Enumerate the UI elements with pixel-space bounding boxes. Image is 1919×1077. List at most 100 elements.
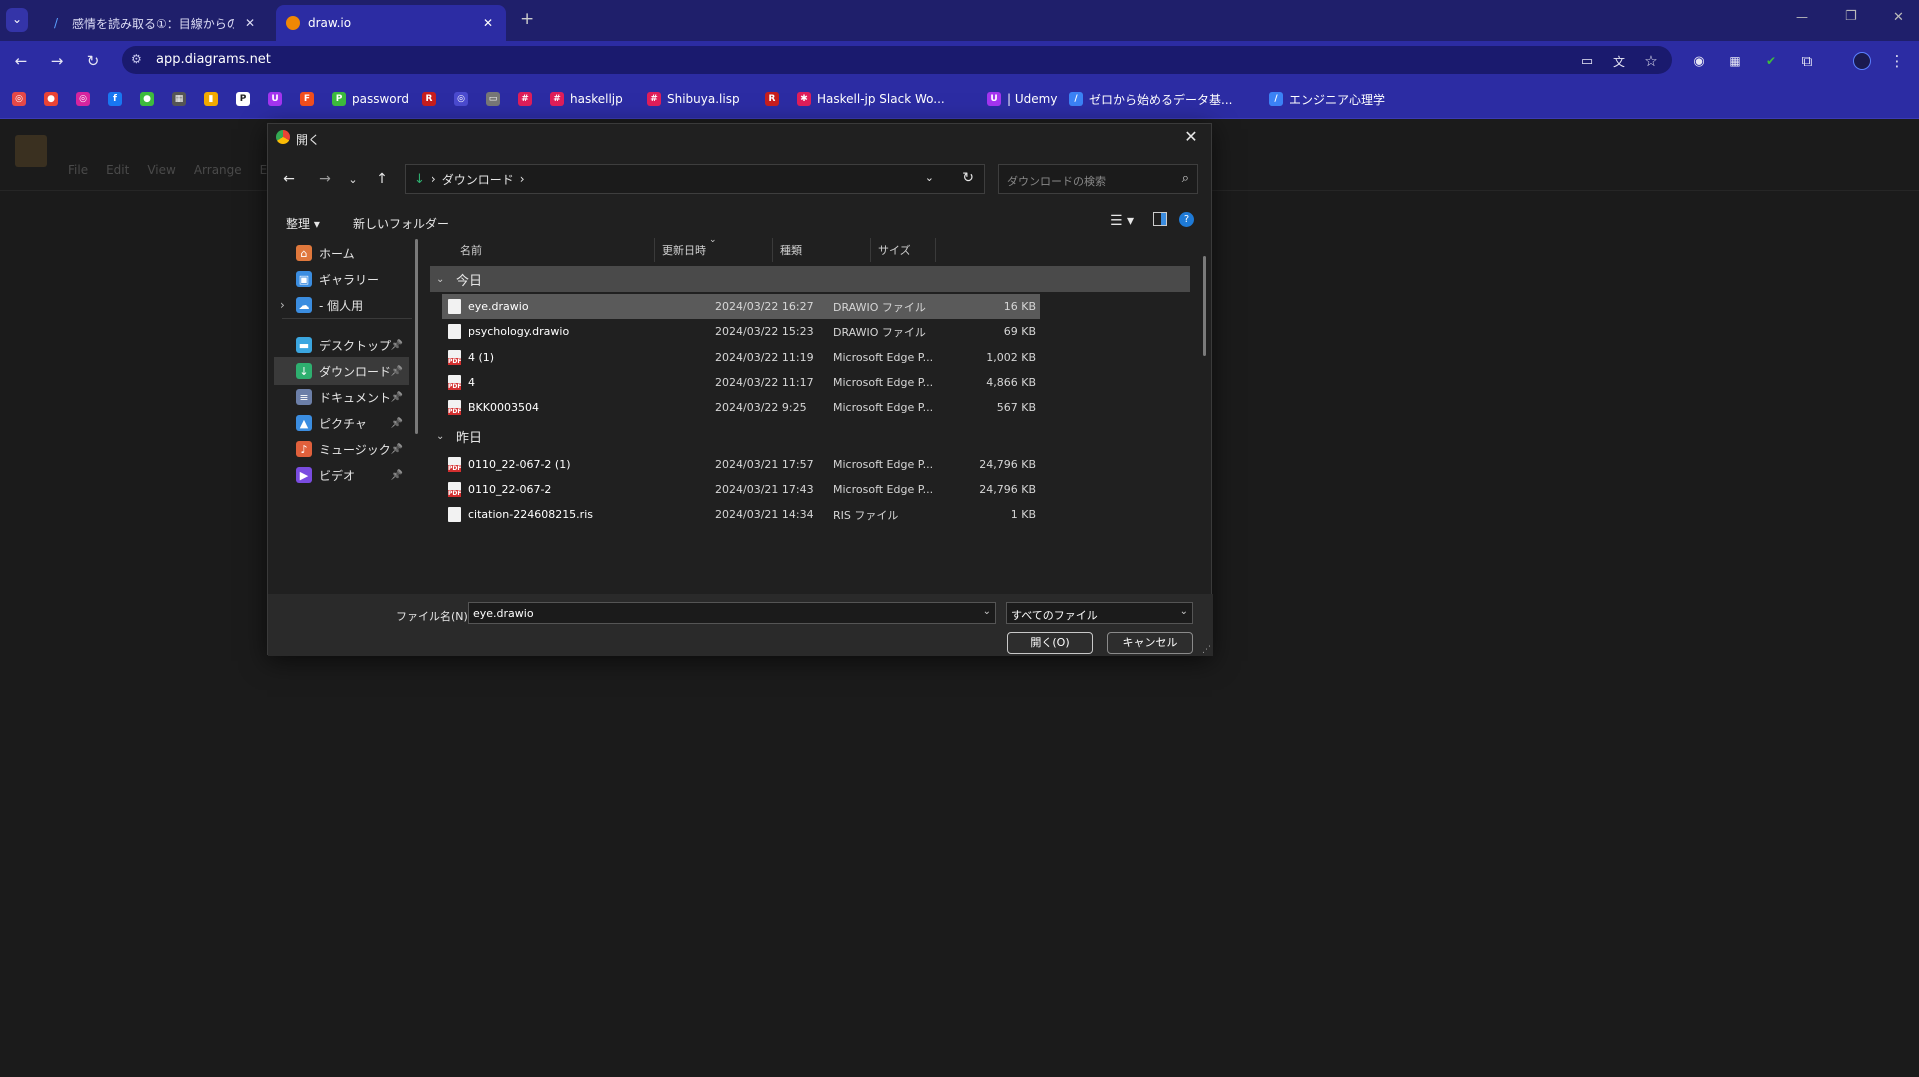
nav-item[interactable]: ≡ ドキュメント 📌 (274, 383, 409, 411)
bookmark-star-icon[interactable]: ☆ (1640, 50, 1662, 72)
tab-close-icon[interactable]: ✕ (242, 16, 258, 30)
filetype-select[interactable]: すべてのファイル ⌄ (1006, 602, 1193, 624)
bookmark-item[interactable]: ◎ (454, 91, 474, 107)
bookmark-item[interactable]: f (108, 91, 128, 107)
preview-pane-icon[interactable] (1153, 212, 1167, 226)
extensions-puzzle-icon[interactable]: ⧉ (1796, 50, 1818, 72)
nav-item[interactable]: ▣ ギャラリー (274, 265, 409, 293)
nav-item[interactable]: ▲ ピクチャ 📌 (274, 409, 409, 437)
profile-avatar[interactable] (1851, 50, 1873, 72)
drawio-menu-item[interactable]: View (147, 163, 175, 177)
nav-scrollbar[interactable] (415, 239, 418, 434)
tab-close-icon[interactable]: ✕ (480, 16, 496, 30)
bookmark-item[interactable]: ● (140, 91, 160, 107)
nav-item[interactable]: ▶ ビデオ 📌 (274, 461, 409, 489)
window-close-button[interactable]: ✕ (1893, 10, 1904, 25)
omnibox[interactable]: ⚙ app.diagrams.net (122, 46, 1672, 74)
bookmark-item[interactable]: U | Udemy (987, 91, 1057, 107)
bookmark-item[interactable]: U (268, 91, 288, 107)
filename-history-chevron-icon[interactable]: ⌄ (983, 606, 991, 617)
file-row[interactable]: psychology.drawio 2024/03/22 15:23 DRAWIO … (442, 319, 1040, 344)
expand-chevron-icon[interactable]: › (280, 298, 285, 312)
nav-item[interactable]: ♪ ミュージック 📌 (274, 435, 409, 463)
bookmark-item[interactable]: ▭ (486, 91, 506, 107)
minimize-button[interactable]: — (1796, 10, 1808, 24)
bookmark-item[interactable]: # Shibuya.lisp (647, 91, 740, 107)
bookmark-item[interactable]: # (518, 91, 538, 107)
site-info-icon[interactable]: ⚙ (131, 52, 142, 66)
dialog-forward-button[interactable]: → (312, 166, 338, 192)
reload-button[interactable]: ↻ (82, 50, 104, 72)
dialog-close-button[interactable]: ✕ (1179, 127, 1203, 149)
filetype-value[interactable]: すべてのファイル (1011, 609, 1098, 622)
filetype-chevron-icon[interactable]: ⌄ (1180, 606, 1188, 617)
file-row[interactable]: PDF 4 2024/03/22 11:17 Microsoft Edge P... 4… (442, 370, 1040, 395)
breadcrumb-downloads[interactable]: ダウンロード (442, 171, 514, 188)
new-folder-button[interactable]: 新しいフォルダー (353, 215, 449, 232)
bookmark-item[interactable]: ◎ (76, 91, 96, 107)
browser-menu-icon[interactable]: ⋮ (1886, 50, 1908, 72)
tab-search-button[interactable]: ⌄ (6, 8, 28, 32)
file-row[interactable]: PDF 0110_22-067-2 2024/03/21 17:43 Microsof… (442, 477, 1040, 502)
file-group-header[interactable]: ⌄ 今日 (430, 266, 1190, 292)
nav-item[interactable]: ↓ ダウンロード 📌 (274, 357, 409, 385)
bookmark-item[interactable]: R (422, 91, 442, 107)
file-group-header[interactable]: ⌄ 昨日 (430, 424, 1190, 450)
bookmark-item[interactable]: # haskelljp (550, 91, 623, 107)
help-icon[interactable]: ? (1179, 212, 1194, 227)
group-collapse-chevron-icon[interactable]: ⌄ (436, 431, 450, 442)
back-button[interactable]: ← (10, 50, 32, 72)
forward-button[interactable]: → (46, 50, 68, 72)
nav-item[interactable]: ⌂ ホーム (274, 239, 409, 267)
drawio-menu-item[interactable]: Arrange (194, 163, 242, 177)
new-tab-button[interactable]: + (520, 9, 534, 29)
path-history-chevron-icon[interactable]: ⌄ (925, 171, 934, 184)
column-name[interactable]: 名前 (460, 242, 482, 258)
bookmark-item[interactable]: / ゼロから始めるデータ基... (1069, 91, 1232, 107)
file-row[interactable]: PDF 4 (1) 2024/03/22 11:19 Microsoft Edge P… (442, 345, 1040, 370)
bookmark-item[interactable]: ▮ (204, 91, 224, 107)
organize-button[interactable]: 整理 ▾ (286, 215, 320, 232)
bookmark-item[interactable]: ▦ (172, 91, 192, 107)
extension-gray-icon[interactable]: ▦ (1724, 50, 1746, 72)
filename-input[interactable]: eye.drawio ⌄ (468, 602, 996, 624)
recent-locations-button[interactable]: ⌄ (340, 166, 366, 192)
file-row[interactable]: PDF 0110_22-067-2 (1) 2024/03/21 17:57 Micr… (442, 452, 1040, 477)
path-breadcrumb[interactable]: ↓ › ダウンロード › ⌄ ↻ (405, 164, 985, 194)
file-row[interactable]: eye.drawio 2024/03/22 16:27 DRAWIO ファイル 16 … (442, 294, 1040, 319)
nav-item[interactable]: › ☁ - 個人用 (274, 291, 409, 319)
restore-button[interactable]: ❐ (1845, 9, 1857, 24)
resize-grip-icon[interactable]: ⋰ (1202, 645, 1211, 655)
bookmark-item[interactable]: F (300, 91, 320, 107)
cancel-button[interactable]: キャンセル (1107, 632, 1193, 654)
url-text[interactable]: app.diagrams.net (156, 52, 271, 67)
column-type[interactable]: 種類 (780, 242, 802, 258)
extension-chat-icon[interactable]: ◉ (1688, 50, 1710, 72)
path-refresh-icon[interactable]: ↻ (962, 170, 974, 186)
nav-item[interactable]: ▬ デスクトップ 📌 (274, 331, 409, 359)
extension-check-icon[interactable]: ✔ (1760, 50, 1782, 72)
file-row[interactable]: citation-224608215.ris 2024/03/21 14:34 RI… (442, 502, 1040, 527)
bookmark-item[interactable]: / エンジニア心理学 (1269, 91, 1385, 107)
bookmark-item[interactable]: ✱ Haskell-jp Slack Wo... (797, 91, 945, 107)
dialog-back-button[interactable]: ← (276, 166, 302, 192)
bookmark-item[interactable]: Ppassword (332, 91, 409, 107)
view-options-icon[interactable]: ☰ ▾ (1110, 213, 1134, 229)
bookmark-item[interactable]: P (236, 91, 256, 107)
bookmark-item[interactable]: R (765, 91, 785, 107)
column-date[interactable]: 更新日時 (662, 242, 706, 258)
group-collapse-chevron-icon[interactable]: ⌄ (436, 274, 450, 285)
open-button[interactable]: 開く(O) (1007, 632, 1093, 654)
install-app-icon[interactable]: ▭ (1576, 50, 1598, 72)
file-list-scrollbar[interactable] (1203, 256, 1206, 356)
bookmark-item[interactable]: ● (44, 91, 64, 107)
translate-icon[interactable]: 文 (1608, 50, 1630, 72)
tab-article[interactable]: / 感情を読み取る①：目線からの情 ✕ (38, 5, 268, 41)
column-size[interactable]: サイズ (878, 242, 911, 258)
file-row[interactable]: PDF BKK0003504 2024/03/22 9:25 Microsoft Ed… (442, 395, 1040, 420)
drawio-menu-item[interactable]: Edit (106, 163, 129, 177)
tab-drawio[interactable]: draw.io ✕ (276, 5, 506, 41)
bookmark-item[interactable]: ◎ (12, 91, 32, 107)
search-input[interactable]: ダウンロードの検索 ⌕ (998, 164, 1198, 194)
filename-value[interactable]: eye.drawio (473, 607, 534, 620)
